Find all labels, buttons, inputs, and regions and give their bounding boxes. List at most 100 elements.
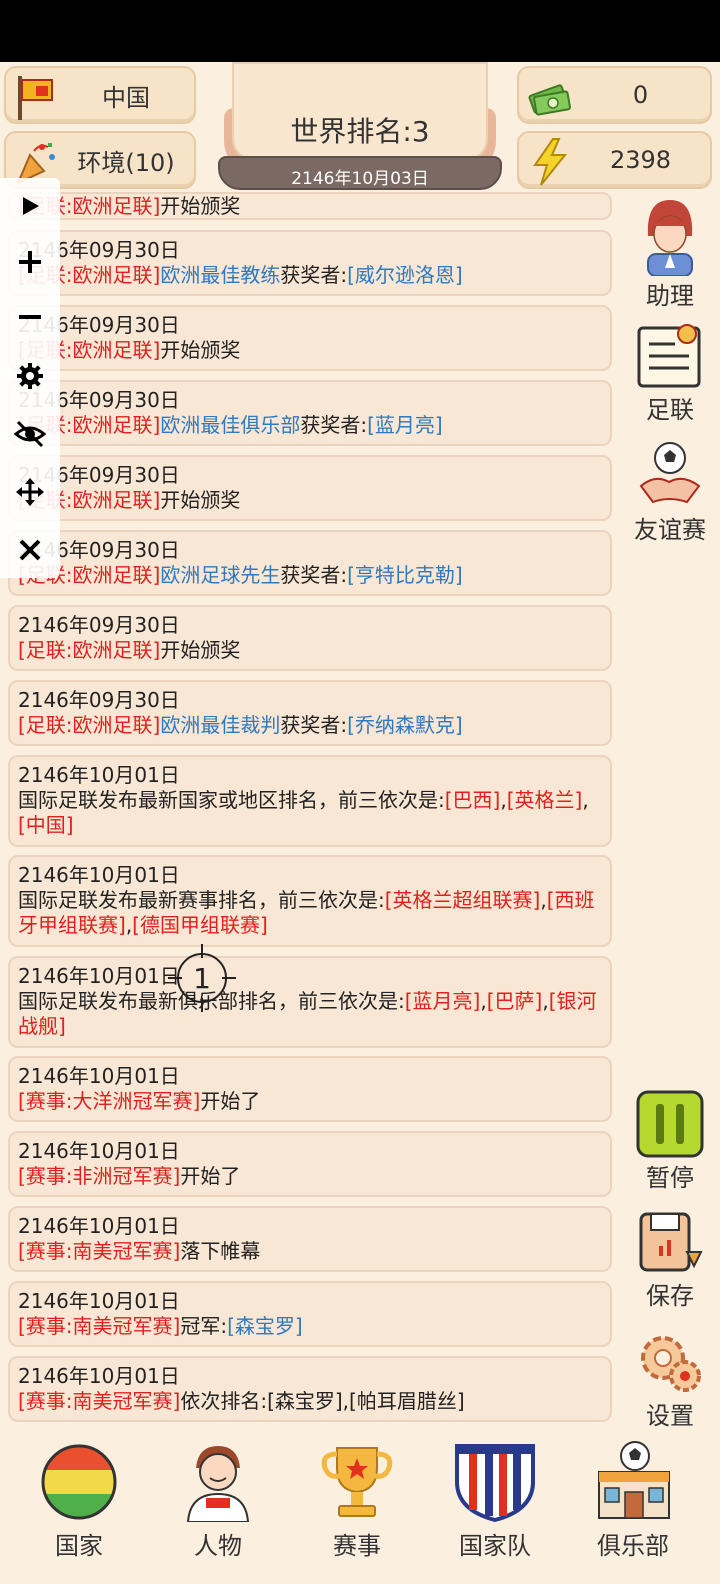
status-bar	[0, 0, 720, 62]
log-segment: [英格兰超组联赛]	[384, 888, 541, 912]
environment-label: 环境(10)	[77, 148, 175, 177]
log-segment: [赛事:南美冠军赛]	[18, 1239, 181, 1263]
log-item: 2146年09月30日 [足联:欧洲足联]欧洲最佳教练获奖者:[威尔逊洛恩]	[8, 230, 612, 296]
nav-people[interactable]: 人物	[153, 1438, 283, 1561]
move-icon	[16, 478, 44, 506]
friendly-match-label: 友谊赛	[634, 516, 706, 544]
log-segment: 欧洲最佳俱乐部	[160, 413, 301, 437]
log-item: [足联:欧洲足联]开始颁奖	[8, 192, 612, 220]
save-label: 保存	[646, 1282, 694, 1310]
log-segment: 获奖者:	[280, 263, 348, 287]
log-segment: 开始颁奖	[160, 488, 241, 512]
settings-label: 设置	[646, 1402, 694, 1430]
log-text: [赛事:非洲冠军赛]开始了	[18, 1164, 240, 1188]
log-date: 2146年09月30日	[18, 463, 180, 487]
log-segment: 冠军:	[180, 1314, 228, 1338]
log-segment: 开始颁奖	[160, 338, 241, 362]
log-date: 2146年10月01日	[18, 1214, 180, 1238]
log-segment: 国际足联发布最新赛事排名，前三依次是:	[18, 888, 385, 912]
pause-label: 暂停	[646, 1164, 694, 1192]
log-segment: [德国甲组联赛]	[132, 913, 268, 937]
nav-national-team[interactable]: 国家队	[430, 1438, 560, 1561]
log-item: 2146年10月01日 国际足联发布最新俱乐部排名，前三依次是:[蓝月亮],[巴…	[8, 956, 612, 1048]
log-date: 2146年09月30日	[18, 313, 180, 337]
log-item: 2146年10月01日 [赛事:南美冠军赛]落下帷幕	[8, 1206, 612, 1272]
log-item: 2146年09月30日 [足联:欧洲足联]欧洲最佳俱乐部获奖者:[蓝月亮]	[8, 380, 612, 446]
log-segment: 开始了	[200, 1089, 261, 1113]
settings-gears-icon	[641, 1336, 701, 1392]
save-button[interactable]: 保存	[620, 1210, 720, 1311]
game-date-bar: 2146年10月03日	[218, 156, 502, 190]
log-segment: 开始颁奖	[160, 194, 241, 218]
settings-button[interactable]: 设置	[620, 1330, 720, 1431]
log-date: 2146年09月30日	[18, 238, 180, 262]
log-segment: [赛事:非洲冠军赛]	[18, 1164, 181, 1188]
federation-button[interactable]: 足联	[620, 322, 720, 425]
assistant-button[interactable]: 助理	[620, 196, 720, 311]
log-text: [足联:欧洲足联]欧洲足球先生获奖者:[亨特比克勒]	[18, 563, 463, 587]
nav-country-label: 国家	[55, 1532, 103, 1560]
friendly-match-button[interactable]: 友谊赛	[620, 440, 720, 545]
log-date: 2146年10月01日	[18, 763, 180, 787]
log-item: 2146年10月01日 [赛事:南美冠军赛]冠军:[森宝罗]	[8, 1281, 612, 1347]
log-segment: [巴西]	[444, 788, 501, 812]
log-date: 2146年09月30日	[18, 388, 180, 412]
log-segment: [足联:欧洲足联]	[18, 713, 161, 737]
handshake-ball-icon	[639, 442, 701, 504]
close-button[interactable]	[10, 530, 50, 570]
log-segment: 落下帷幕	[180, 1239, 261, 1263]
log-text: [赛事:南美冠军赛]依次排名:[森宝罗],[帕耳眉腊丝]	[18, 1389, 465, 1413]
plus-icon	[19, 251, 41, 273]
money-pill[interactable]: 0	[517, 66, 712, 124]
log-segment: [巴萨]	[486, 989, 543, 1013]
pause-button[interactable]: 暂停	[620, 1090, 720, 1193]
world-rank-title: 世界排名:3	[290, 115, 430, 148]
nav-people-label: 人物	[194, 1532, 242, 1560]
log-item: 2146年10月01日 [赛事:大洋洲冠军赛]开始了	[8, 1056, 612, 1122]
hide-button[interactable]	[10, 414, 50, 454]
log-segment: 开始颁奖	[160, 638, 241, 662]
nav-club-label: 俱乐部	[597, 1532, 669, 1560]
log-segment: 欧洲最佳裁判	[160, 713, 281, 737]
log-date: 2146年09月30日	[18, 688, 180, 712]
assistant-label: 助理	[646, 282, 694, 310]
person-icon	[186, 1446, 250, 1522]
minus-icon	[19, 315, 41, 319]
energy-pill[interactable]: 2398	[517, 131, 712, 189]
game-date: 2146年10月03日	[291, 169, 429, 189]
money-value: 0	[632, 81, 649, 109]
log-text: [赛事:南美冠军赛]落下帷幕	[18, 1239, 260, 1263]
nav-events[interactable]: 赛事	[292, 1438, 422, 1561]
close-icon	[19, 539, 41, 561]
log-date: 2146年10月01日	[18, 1064, 180, 1088]
zoom-in-button[interactable]	[10, 242, 50, 282]
log-segment: 获奖者:	[300, 413, 368, 437]
country-label: 中国	[102, 83, 150, 112]
nav-club[interactable]: 俱乐部	[568, 1438, 698, 1561]
move-button[interactable]	[10, 472, 50, 512]
trophy-icon	[321, 1447, 393, 1517]
log-segment: [赛事:大洋洲冠军赛]	[18, 1089, 201, 1113]
country-pill[interactable]: 中国	[4, 66, 196, 124]
log-text: [足联:欧洲足联]欧洲最佳俱乐部获奖者:[蓝月亮]	[18, 413, 443, 437]
log-item: 2146年09月30日 [足联:欧洲足联]开始颁奖	[8, 305, 612, 371]
gear-icon	[17, 363, 43, 389]
log-segment: [中国]	[18, 813, 74, 837]
log-item: 2146年09月30日 [足联:欧洲足联]欧洲最佳裁判获奖者:[乔纳森默克]	[8, 680, 612, 746]
overlay-settings-button[interactable]	[10, 356, 50, 396]
eye-off-icon	[14, 420, 46, 448]
log-segment: [威尔逊洛恩]	[347, 263, 463, 287]
log-text: 国际足联发布最新国家或地区排名，前三依次是:[巴西],[英格兰],[中国]	[18, 788, 589, 837]
log-date: 2146年09月30日	[18, 613, 180, 637]
zoom-out-button[interactable]	[10, 300, 50, 340]
log-segment: [蓝月亮]	[367, 413, 443, 437]
log-item: 2146年10月01日 [赛事:南美冠军赛]依次排名:[森宝罗],[帕耳眉腊丝]	[8, 1356, 612, 1422]
log-segment: 获奖者:	[280, 563, 348, 587]
nav-country[interactable]: 国家	[14, 1438, 144, 1561]
nav-events-label: 赛事	[333, 1532, 381, 1560]
log-text: 国际足联发布最新俱乐部排名，前三依次是:[蓝月亮],[巴萨],[银河战舰]	[18, 989, 597, 1038]
play-button[interactable]	[10, 186, 50, 226]
log-segment: [赛事:南美冠军赛]	[18, 1389, 181, 1413]
log-segment: [亨特比克勒]	[347, 563, 463, 587]
energy-value: 2398	[609, 146, 672, 174]
